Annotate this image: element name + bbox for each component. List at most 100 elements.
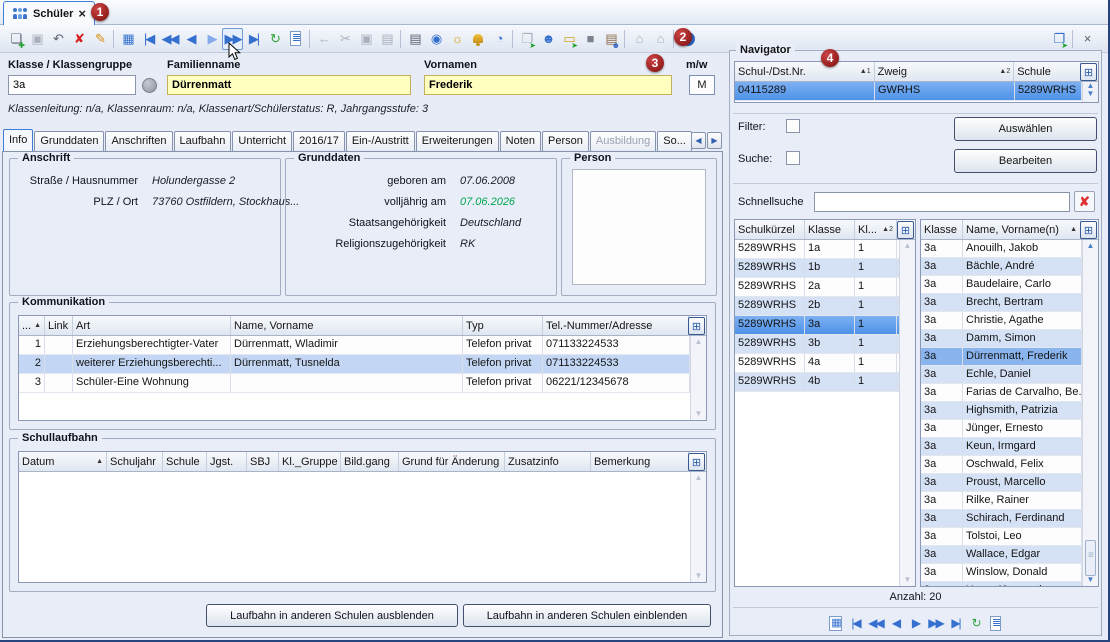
filter-checkbox[interactable] [786, 119, 800, 133]
column-header-schule[interactable]: Schule [1014, 62, 1081, 81]
tab-ein-austritt[interactable]: Ein-/Austritt [346, 131, 415, 151]
preview-icon[interactable]: ◉ [425, 28, 446, 50]
scroll-down-icon[interactable]: ▼ [695, 572, 703, 580]
table-row[interactable]: 3aJünger, Ernesto [921, 420, 1098, 438]
table-row[interactable]: 5289WRHS3b1 [735, 335, 915, 354]
bearbeiten-button[interactable]: Bearbeiten [954, 149, 1097, 173]
scroll-up-icon[interactable]: ▲ [695, 474, 703, 482]
klasse-input[interactable] [8, 75, 136, 95]
nav-last-icon[interactable]: ▶| [946, 613, 966, 633]
column-header-name-vorname-n-[interactable]: Name, Vorname(n)▲ [963, 220, 1081, 239]
spinner-down-icon[interactable]: ▼ [1087, 90, 1095, 98]
column-header-schuljahr[interactable]: Schuljahr [107, 452, 163, 471]
list-icon[interactable]: ≣ [285, 28, 306, 50]
column-header-schule[interactable]: Schule [163, 452, 207, 471]
refresh-icon[interactable]: ↻ [966, 613, 986, 633]
column-header-klasse[interactable]: Klasse [921, 220, 963, 239]
scroll-down-icon[interactable]: ▼ [1087, 576, 1095, 584]
nav-prev-icon[interactable]: ◀ [886, 613, 906, 633]
vornamen-input[interactable] [424, 75, 672, 95]
column-header-klasse[interactable]: Klasse [805, 220, 855, 239]
table-row[interactable]: 3aRilke, Rainer [921, 492, 1098, 510]
row-spinner[interactable]: ▲▼ [1082, 82, 1098, 102]
tab-noten[interactable]: Noten [500, 131, 541, 151]
nav-next-fast-icon[interactable]: ▶▶ [926, 613, 946, 633]
nav-next-icon[interactable]: ▶ [201, 28, 222, 50]
list-icon[interactable]: ≣ [986, 613, 1006, 633]
tab-grunddaten[interactable]: Grunddaten [34, 131, 104, 151]
nav-next-icon[interactable]: ▶ [906, 613, 926, 633]
clock-icon[interactable]: ◔ [488, 28, 509, 50]
column-header-typ[interactable]: Typ [463, 316, 543, 335]
home-icon-2[interactable]: ⌂ [649, 28, 670, 50]
home-icon-1[interactable]: ⌂ [628, 28, 649, 50]
scroll-down-icon[interactable]: ▼ [695, 410, 703, 418]
nav-prev-fast-icon[interactable]: ◀◀ [159, 28, 180, 50]
table-row[interactable]: 3aHighsmith, Patrizia [921, 402, 1098, 420]
nav-first-icon[interactable]: |◀ [846, 613, 866, 633]
tab-scroll-right-icon[interactable]: ▶ [707, 132, 722, 149]
table-row[interactable]: 3aDürrenmatt, Frederik [921, 348, 1098, 366]
document-tab-schueler[interactable]: Schüler × [3, 1, 95, 25]
table-row[interactable]: 5289WRHS1b1 [735, 259, 915, 278]
folder-export-icon[interactable]: ▭➤ [558, 28, 579, 50]
clear-search-button[interactable]: ✘ [1074, 191, 1095, 212]
table-row[interactable]: 5289WRHS2b1 [735, 297, 915, 316]
print-icon[interactable]: ▤ [404, 28, 425, 50]
column-header-bild-gang[interactable]: Bild.gang [341, 452, 399, 471]
schnellsuche-input[interactable] [814, 192, 1070, 212]
datasheet-icon[interactable]: ▦ [117, 28, 138, 50]
nav-prev-icon[interactable]: ◀ [180, 28, 201, 50]
vertical-scrollbar[interactable]: ▲▼ [899, 240, 915, 586]
column-header-sbj[interactable]: SBJ [247, 452, 279, 471]
table-row[interactable]: 5289WRHS2a1 [735, 278, 915, 297]
scroll-up-icon[interactable]: ▲ [904, 242, 912, 250]
column-header-kl-gruppe[interactable]: Kl._Gruppe [279, 452, 341, 471]
delete-icon[interactable]: ✘ [68, 28, 89, 50]
gender-button[interactable]: M [689, 75, 715, 95]
column-header-kl-[interactable]: Kl...▲2 [855, 220, 897, 239]
table-row[interactable]: 3aWallace, Edgar [921, 546, 1098, 564]
tab-person[interactable]: Person [542, 131, 589, 151]
scroll-down-icon[interactable]: ▼ [904, 576, 912, 584]
undo-icon[interactable]: ↶ [47, 28, 68, 50]
table-config-button[interactable]: ⊞ [688, 317, 705, 335]
table-row[interactable]: 3aProust, Marcello [921, 474, 1098, 492]
hint-icon[interactable]: ☼ [446, 28, 467, 50]
new-record-icon[interactable]: ❏✚ [5, 28, 26, 50]
column-header-zusatzinfo[interactable]: Zusatzinfo [505, 452, 591, 471]
datasheet-icon[interactable]: ▦ [826, 613, 846, 633]
tab-close-icon[interactable]: × [78, 8, 86, 19]
bell-icon[interactable] [467, 28, 488, 50]
column-header-grund-f-r-nderung[interactable]: Grund für Änderung [399, 452, 505, 471]
laufbahn-ausblenden-button[interactable]: Laufbahn in anderen Schulen ausblenden [206, 604, 458, 627]
column-header-schul-dst-nr-[interactable]: Schul-/Dst.Nr.▲1 [735, 62, 875, 81]
column-header-name-vorname[interactable]: Name, Vorname [231, 316, 463, 335]
table-row[interactable]: 3aDamm, Simon [921, 330, 1098, 348]
nav-last-icon[interactable]: ▶| [243, 28, 264, 50]
table-row[interactable]: 3aAnouilh, Jakob [921, 240, 1098, 258]
table-row[interactable]: 3aTolstoi, Leo [921, 528, 1098, 546]
table-row[interactable]: 3aOschwald, Felix [921, 456, 1098, 474]
table-row[interactable]: 5289WRHS4b1 [735, 373, 915, 392]
tab-info[interactable]: Info [3, 129, 33, 151]
table-row[interactable]: 3aKeun, Irmgard [921, 438, 1098, 456]
tab-anschriften[interactable]: Anschriften [105, 131, 172, 151]
laufbahn-einblenden-button[interactable]: Laufbahn in anderen Schulen einblenden [463, 604, 711, 627]
tab-scroll-left-icon[interactable]: ◀ [691, 132, 706, 149]
column-header-jgst-[interactable]: Jgst. [207, 452, 247, 471]
table-row[interactable]: 3aBrecht, Bertram [921, 294, 1098, 312]
table-config-button[interactable]: ⊞ [1080, 63, 1097, 81]
suche-checkbox[interactable] [786, 151, 800, 165]
vertical-scrollbar[interactable]: ▲▼ [690, 336, 706, 420]
tab-2016-17[interactable]: 2016/17 [293, 131, 345, 151]
table-row[interactable]: 3aEchle, Daniel [921, 366, 1098, 384]
table-config-button[interactable]: ⊞ [1080, 221, 1097, 239]
column-header-tel-nummer-adresse[interactable]: Tel.-Nummer/Adresse [543, 316, 689, 335]
familienname-input[interactable] [167, 75, 411, 95]
table-row[interactable]: 3aYang, Alessandro [921, 582, 1098, 586]
table-row[interactable]: 3aBächle, André [921, 258, 1098, 276]
table-row[interactable]: 1Erziehungsberechtigter-VaterDürrenmatt,… [19, 336, 706, 355]
tab-so[interactable]: So... [657, 131, 692, 151]
addressbook-icon[interactable]: ▤☻ [600, 28, 621, 50]
